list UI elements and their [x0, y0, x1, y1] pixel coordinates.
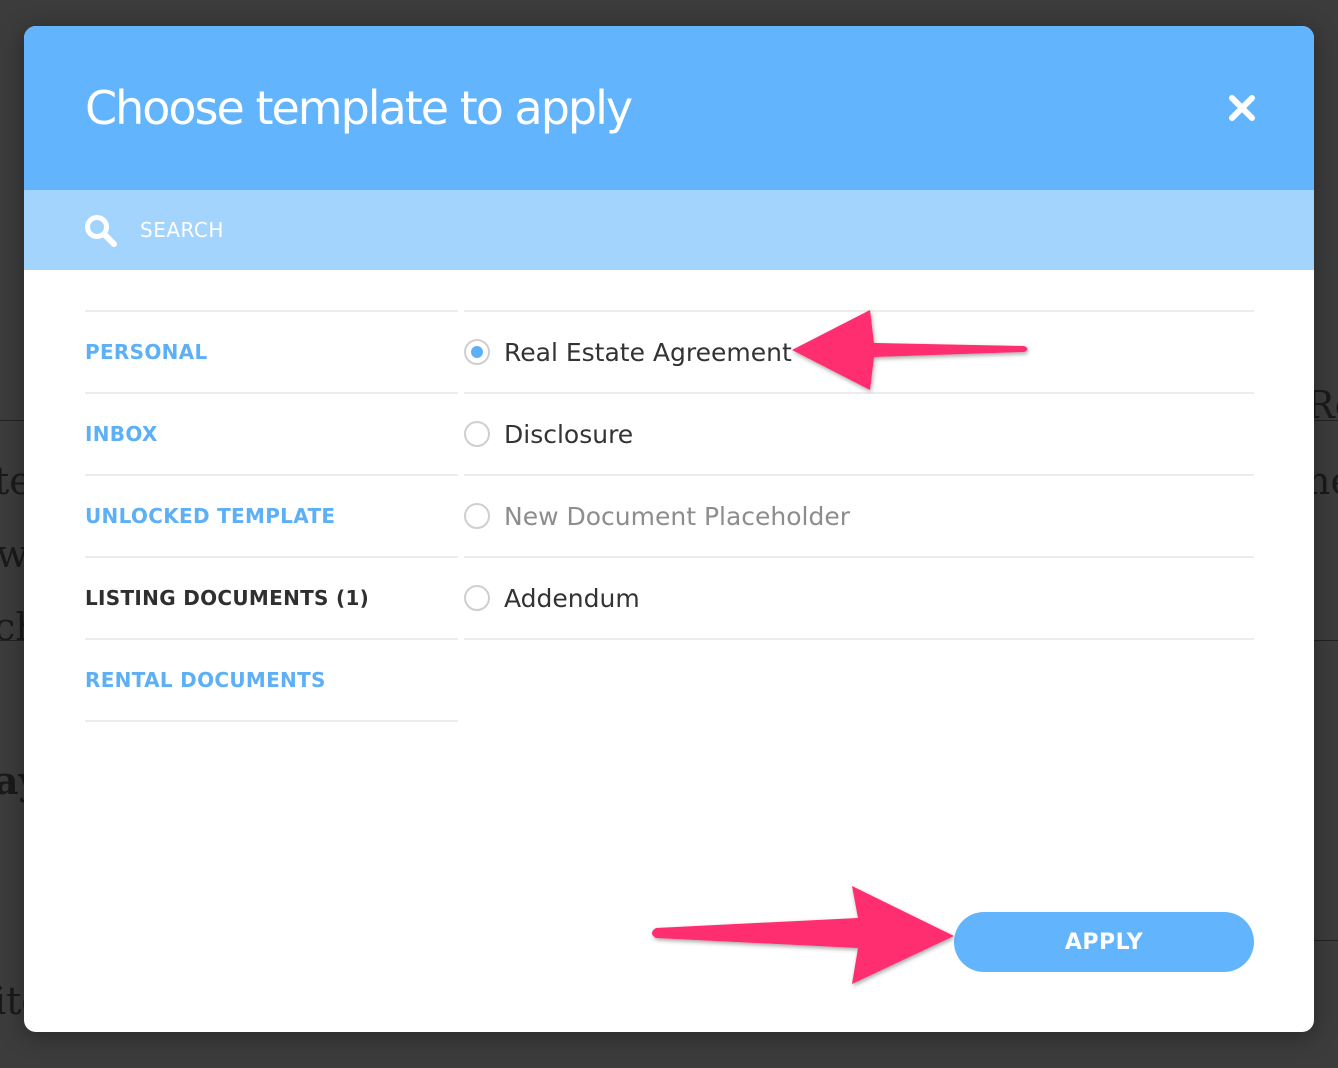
search-input[interactable]	[134, 212, 746, 248]
template-row[interactable]: New Document Placeholder	[464, 476, 1254, 558]
template-radio[interactable]	[464, 421, 490, 447]
template-row[interactable]: Addendum	[464, 558, 1254, 640]
template-list: Real Estate Agreement Disclosure New Docum…	[464, 310, 1254, 640]
radio-selected-dot	[471, 346, 483, 358]
dialog-header: Choose template to apply	[24, 26, 1314, 190]
template-row[interactable]: Disclosure	[464, 394, 1254, 476]
template-label: New Document Placeholder	[504, 501, 851, 531]
template-label: Disclosure	[504, 419, 634, 449]
category-item[interactable]: PERSONAL	[85, 312, 458, 394]
template-radio[interactable]	[464, 503, 490, 529]
template-dialog: Choose template to apply PERSONALINBOXUN…	[24, 26, 1314, 1032]
search-icon	[85, 215, 117, 247]
template-label: Addendum	[504, 583, 640, 613]
apply-button[interactable]: APPLY	[954, 912, 1254, 972]
template-label: Real Estate Agreement	[504, 337, 792, 367]
category-item[interactable]: LISTING DOCUMENTS (1)	[85, 558, 458, 640]
dialog-title: Choose template to apply	[85, 81, 633, 135]
template-radio[interactable]	[464, 339, 490, 365]
search-bar	[24, 190, 1314, 270]
close-icon	[1229, 95, 1255, 121]
category-item[interactable]: RENTAL DOCUMENTS	[85, 640, 458, 722]
category-item[interactable]: INBOX	[85, 394, 458, 476]
close-button[interactable]	[1222, 88, 1262, 128]
template-row[interactable]: Real Estate Agreement	[464, 312, 1254, 394]
category-item[interactable]: UNLOCKED TEMPLATE	[85, 476, 458, 558]
template-radio[interactable]	[464, 585, 490, 611]
category-list: PERSONAL INBOX UNLOCKED TEMPLATE LISTING DO…	[85, 310, 458, 722]
